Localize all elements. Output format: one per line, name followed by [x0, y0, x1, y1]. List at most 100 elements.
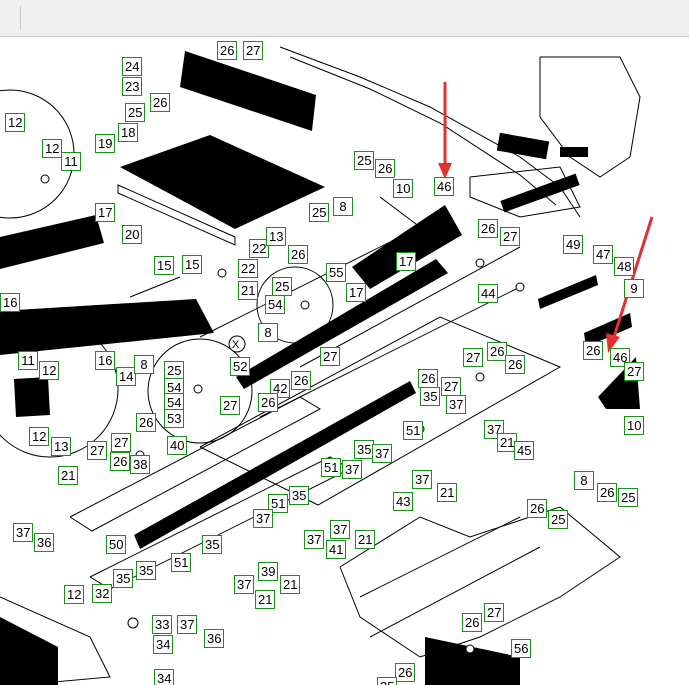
callout-label: 32	[92, 584, 113, 603]
callout-label: 54	[265, 295, 286, 314]
callout-label: 49	[563, 235, 584, 254]
callout-label: 26	[505, 355, 526, 374]
callout-label: 25	[618, 488, 639, 507]
callout-label: 27	[87, 441, 108, 460]
callout-label: 26	[527, 499, 548, 518]
callout-label: 27	[220, 396, 241, 415]
callout-label: 21	[280, 575, 301, 594]
callout-label: 37	[342, 460, 363, 479]
callout-label: 21	[238, 281, 259, 300]
callout-label: 35	[113, 569, 134, 588]
callout-label: 10	[624, 416, 645, 435]
callout-label: 25	[125, 103, 146, 122]
callout-label: 37	[372, 444, 393, 463]
callout-label: 55	[326, 263, 347, 282]
callout-label: 17	[95, 203, 116, 222]
callout-label: 27	[441, 377, 462, 396]
parts-diagram: X 26 27 24 23 25 26 12 18 19 12 11 25 26…	[0, 37, 689, 685]
callout-label: 26	[462, 613, 483, 632]
callout-label: 46	[434, 177, 455, 196]
callout-label: 17	[396, 252, 417, 271]
callout-label: 26	[583, 341, 604, 360]
callout-label: 25	[272, 277, 293, 296]
callout-label: 37	[13, 523, 34, 542]
svg-text:X: X	[232, 339, 240, 351]
callout-label: 27	[484, 603, 505, 622]
callout-label: 26	[136, 413, 157, 432]
callout-label: 37	[253, 509, 274, 528]
callout-label: 25	[548, 510, 569, 529]
callout-label: 35	[420, 387, 441, 406]
callout-label: 35	[136, 561, 157, 580]
callout-label: 17	[346, 283, 367, 302]
callout-label: 44	[478, 284, 499, 303]
callout-label: 21	[58, 466, 79, 485]
callout-label: 21	[255, 590, 276, 609]
callout-label: 8	[574, 471, 594, 490]
callout-label: 52	[230, 357, 251, 376]
callout-label: 53	[164, 409, 185, 428]
toolbar-button[interactable]	[0, 6, 21, 30]
callout-label: 12	[39, 361, 60, 380]
callout-label: 51	[171, 553, 192, 572]
callout-label: 16	[95, 351, 116, 370]
callout-label: 11	[61, 152, 81, 171]
callout-label: 13	[51, 437, 72, 456]
callout-label: 26	[110, 452, 131, 471]
callout-label: 37	[177, 615, 198, 634]
callout-label: 47	[593, 245, 614, 264]
callout-label: 50	[106, 535, 127, 554]
callout-label: 37	[446, 395, 467, 414]
callout-label: 34	[153, 635, 174, 654]
callout-label: 19	[95, 134, 116, 153]
callout-label: 9	[624, 279, 644, 298]
callout-label: 27	[320, 347, 341, 366]
callout-label: 8	[134, 355, 154, 374]
callout-label: 38	[130, 455, 151, 474]
callout-label: 21	[437, 483, 458, 502]
callout-label: 26	[597, 483, 618, 502]
callout-label: 26	[258, 393, 279, 412]
callout-label: 51	[321, 458, 342, 477]
callout-label: 56	[511, 639, 532, 658]
viewer-toolbar	[0, 0, 689, 37]
callout-label: 40	[167, 436, 188, 455]
callout-label: 37	[330, 520, 351, 539]
callout-label: 34	[154, 669, 175, 685]
callout-label: 27	[500, 227, 521, 246]
callout-label: 25	[354, 151, 375, 170]
callout-label: 16	[0, 293, 21, 312]
callout-label: 35	[289, 486, 310, 505]
callout-label: 36	[34, 533, 55, 552]
callout-label: 11	[18, 351, 38, 370]
callout-label: 37	[304, 530, 325, 549]
callout-label: 26	[288, 245, 309, 264]
callout-label: 21	[355, 530, 376, 549]
callout-label: 10	[393, 179, 414, 198]
callout-label: 35	[202, 535, 223, 554]
callout-label: 15	[182, 255, 203, 274]
callout-label: 51	[403, 421, 424, 440]
callout-label: 26	[150, 93, 171, 112]
callout-label: 24	[122, 57, 143, 76]
callout-label: 41	[326, 540, 347, 559]
callout-label: 8	[333, 197, 353, 216]
callout-label: 26	[395, 663, 416, 682]
callout-label: 25	[377, 677, 398, 685]
callout-label: 20	[122, 225, 143, 244]
callout-label: 23	[122, 77, 143, 96]
callout-label: 37	[412, 470, 433, 489]
callout-label: 15	[154, 256, 175, 275]
callout-label: 27	[463, 348, 484, 367]
callout-label: 45	[514, 441, 535, 460]
callout-label: 27	[243, 41, 264, 60]
callout-label: 26	[217, 41, 238, 60]
callout-label: 25	[309, 203, 330, 222]
callout-label: 12	[29, 427, 50, 446]
callout-label: 26	[375, 159, 396, 178]
callout-label: 48	[614, 257, 635, 276]
callout-label: 12	[42, 139, 63, 158]
callout-label: 12	[64, 585, 85, 604]
callout-label: 12	[5, 113, 26, 132]
callout-label: 27	[624, 362, 645, 381]
